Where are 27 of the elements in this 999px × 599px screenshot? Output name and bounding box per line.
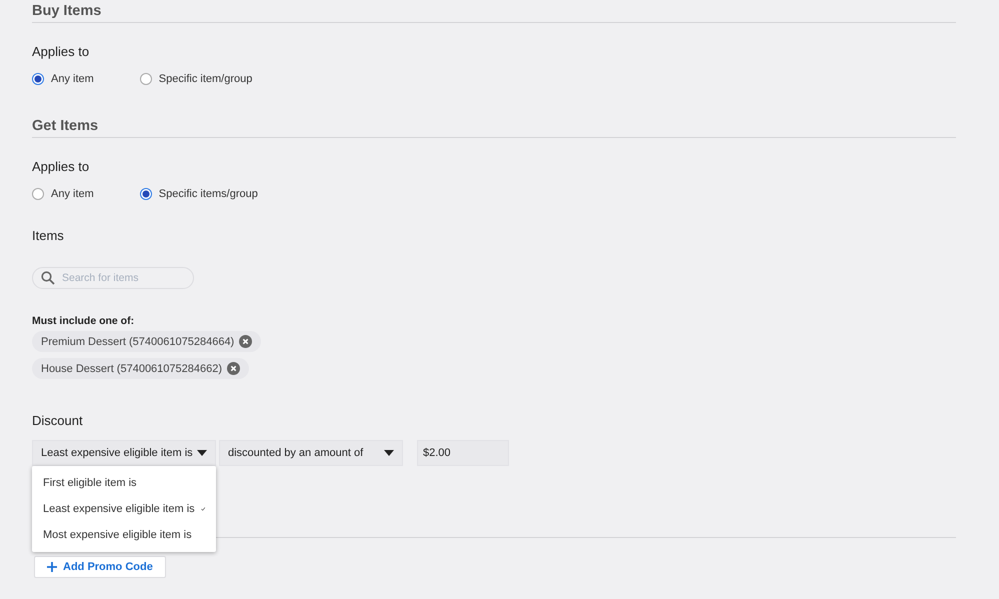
chip-label: Premium Dessert (5740061075284664) [41, 336, 234, 348]
menu-item[interactable]: Most expensive eligible item is [32, 522, 216, 548]
search-field[interactable]: Search for items [32, 267, 194, 289]
section-heading: Get Items [32, 118, 956, 138]
type-dropdown[interactable]: discounted by an amount of [219, 440, 403, 466]
caret-icon [197, 450, 207, 456]
list-label: Must include one of: [32, 315, 136, 327]
chip-label: House Dessert (5740061075284662) [41, 362, 222, 374]
target-dropdown[interactable]: Least expensive eligible item is [32, 440, 216, 466]
field-label: Items [32, 228, 65, 243]
section-heading: Buy Items [32, 3, 956, 23]
field-label: Applies to [32, 44, 90, 59]
search-icon [41, 271, 55, 285]
radio-option[interactable]: Any item [32, 188, 94, 200]
field-label: Applies to [32, 159, 90, 174]
field-label: Discount [32, 413, 84, 428]
remove-icon[interactable] [239, 335, 252, 348]
add-promo-code-button[interactable]: Add Promo Code [34, 556, 166, 578]
radio-option[interactable]: Specific item/group [140, 73, 252, 85]
radio-option[interactable]: Any item [32, 73, 94, 85]
radio-option[interactable]: Specific items/group [140, 188, 258, 200]
amount-field[interactable]: $2.00 [417, 440, 509, 466]
caret-icon [384, 450, 394, 456]
remove-icon[interactable] [227, 362, 240, 375]
menu-item[interactable]: First eligible item is [32, 470, 216, 496]
menu-item[interactable]: Least expensive eligible item is [32, 496, 216, 522]
plus-icon [47, 562, 57, 572]
